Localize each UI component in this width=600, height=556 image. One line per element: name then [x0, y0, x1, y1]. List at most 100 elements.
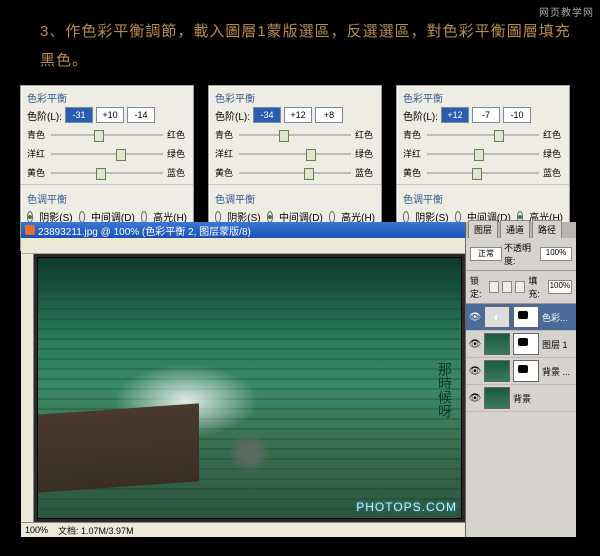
layers-panel: 图层 通道 路径 正常 不透明度: 100% 锁定: 填充: 100% 👁◐色彩… — [465, 222, 576, 537]
slider-cyan-red[interactable] — [427, 130, 539, 140]
blend-mode-select[interactable]: 正常 — [470, 247, 502, 261]
layer-thumb[interactable] — [484, 387, 510, 409]
tab-paths[interactable]: 路径 — [532, 220, 562, 238]
panel-section-title: 色彩平衡 — [397, 86, 569, 105]
photo-vertical-text: 那時候呀 — [433, 362, 453, 418]
level-input-2[interactable]: +12 — [284, 107, 312, 123]
photoshop-window: 23893211.jpg @ 100% (色彩平衡 2, 图层蒙版/8) 那時候… — [21, 222, 576, 537]
radio-shadows[interactable] — [403, 211, 409, 223]
slider-label-cyan: 青色 — [403, 128, 423, 141]
fill-label: 填充: — [528, 274, 544, 300]
level-input-1[interactable]: -34 — [253, 107, 281, 123]
zoom-level[interactable]: 100% — [25, 525, 48, 535]
window-title: 23893211.jpg @ 100% (色彩平衡 2, 图层蒙版/8) — [38, 223, 251, 238]
slider-magenta-green[interactable] — [239, 149, 351, 159]
window-title-bar[interactable]: 23893211.jpg @ 100% (色彩平衡 2, 图层蒙版/8) — [21, 222, 465, 238]
lock-transparency-icon[interactable] — [489, 281, 499, 293]
slider-magenta-green[interactable] — [51, 149, 163, 159]
tab-channels[interactable]: 通道 — [500, 220, 530, 238]
radio-shadows[interactable] — [215, 211, 221, 223]
slider-cyan-red[interactable] — [239, 130, 351, 140]
visibility-eye-icon[interactable]: 👁 — [469, 392, 481, 404]
visibility-eye-icon[interactable]: 👁 — [469, 338, 481, 350]
slider-label-magenta: 洋红 — [403, 147, 423, 160]
tab-layers[interactable]: 图层 — [468, 220, 498, 238]
slider-label-blue: 蓝色 — [167, 166, 187, 179]
file-size: 文档: 1.07M/3.97M — [58, 524, 134, 537]
opacity-label: 不透明度: — [504, 241, 538, 267]
slider-label-yellow: 黄色 — [403, 166, 423, 179]
radio-midtones[interactable] — [455, 211, 461, 223]
layer-row[interactable]: 👁 图层 1 — [466, 331, 576, 358]
canvas[interactable]: 那時候呀 PHOTOPS.COM — [34, 254, 465, 522]
panel-section-title: 色彩平衡 — [209, 86, 381, 105]
radio-midtones[interactable] — [267, 211, 273, 223]
tone-section-title: 色调平衡 — [21, 187, 193, 206]
layer-thumb[interactable] — [484, 333, 510, 355]
slider-label-green: 绿色 — [355, 147, 375, 160]
slider-label-magenta: 洋红 — [27, 147, 47, 160]
mask-thumb[interactable] — [513, 360, 539, 382]
photo-watermark: PHOTOPS.COM — [356, 500, 457, 514]
slider-magenta-green[interactable] — [427, 149, 539, 159]
level-input-3[interactable]: +8 — [315, 107, 343, 123]
lock-pixels-icon[interactable] — [502, 281, 512, 293]
toolbox-left[interactable] — [21, 254, 34, 522]
radio-highlights[interactable] — [329, 211, 335, 223]
mask-thumb[interactable] — [513, 306, 539, 328]
radio-midtones[interactable] — [79, 211, 85, 223]
instruction-text: 3、作色彩平衡調節，載入圖層1蒙版選區，反選選區，對色彩平衡圖層填充黑色。 — [0, 0, 600, 85]
layer-row[interactable]: 👁 背景 ... — [466, 358, 576, 385]
level-input-1[interactable]: +12 — [441, 107, 469, 123]
mask-thumb[interactable] — [513, 333, 539, 355]
slider-yellow-blue[interactable] — [239, 168, 351, 178]
slider-label-cyan: 青色 — [215, 128, 235, 141]
level-label: 色阶(L): — [27, 108, 62, 123]
tone-section-title: 色调平衡 — [209, 187, 381, 206]
layer-row[interactable]: 👁◐ 色彩... — [466, 304, 576, 331]
slider-label-magenta: 洋红 — [215, 147, 235, 160]
layer-name[interactable]: 背景 ... — [542, 365, 573, 378]
layer-name[interactable]: 图层 1 — [542, 338, 573, 351]
layer-name[interactable]: 背景 — [513, 392, 573, 405]
radio-shadows[interactable] — [27, 211, 33, 223]
panel-tabs: 图层 通道 路径 — [466, 222, 576, 238]
fill-input[interactable]: 100% — [548, 280, 572, 294]
watermark-top: 网页教学网 — [539, 4, 594, 19]
layer-name[interactable]: 色彩... — [542, 311, 573, 324]
level-input-2[interactable]: -7 — [472, 107, 500, 123]
lock-position-icon[interactable] — [515, 281, 525, 293]
slider-label-yellow: 黄色 — [215, 166, 235, 179]
slider-yellow-blue[interactable] — [51, 168, 163, 178]
slider-label-green: 绿色 — [543, 147, 563, 160]
radio-highlights[interactable] — [141, 211, 147, 223]
opacity-input[interactable]: 100% — [540, 247, 572, 261]
slider-label-cyan: 青色 — [27, 128, 47, 141]
layer-thumb[interactable] — [484, 360, 510, 382]
slider-label-yellow: 黄色 — [27, 166, 47, 179]
slider-yellow-blue[interactable] — [427, 168, 539, 178]
level-label: 色阶(L): — [215, 108, 250, 123]
slider-label-red: 红色 — [167, 128, 187, 141]
slider-label-blue: 蓝色 — [543, 166, 563, 179]
slider-label-green: 绿色 — [167, 147, 187, 160]
panel-section-title: 色彩平衡 — [21, 86, 193, 105]
layer-row[interactable]: 👁 背景 — [466, 385, 576, 412]
slider-label-red: 红色 — [355, 128, 375, 141]
tone-section-title: 色调平衡 — [397, 187, 569, 206]
lock-label: 锁定: — [470, 274, 486, 300]
level-input-3[interactable]: -10 — [503, 107, 531, 123]
adjustment-icon: ◐ — [484, 306, 510, 328]
level-input-3[interactable]: -14 — [127, 107, 155, 123]
slider-label-blue: 蓝色 — [355, 166, 375, 179]
level-label: 色阶(L): — [403, 108, 438, 123]
ruler-top — [21, 238, 465, 254]
level-input-1[interactable]: -31 — [65, 107, 93, 123]
visibility-eye-icon[interactable]: 👁 — [469, 365, 481, 377]
slider-cyan-red[interactable] — [51, 130, 163, 140]
visibility-eye-icon[interactable]: 👁 — [469, 311, 481, 323]
status-bar: 100% 文档: 1.07M/3.97M — [21, 522, 465, 537]
slider-label-red: 红色 — [543, 128, 563, 141]
level-input-2[interactable]: +10 — [96, 107, 124, 123]
app-icon — [25, 225, 35, 235]
